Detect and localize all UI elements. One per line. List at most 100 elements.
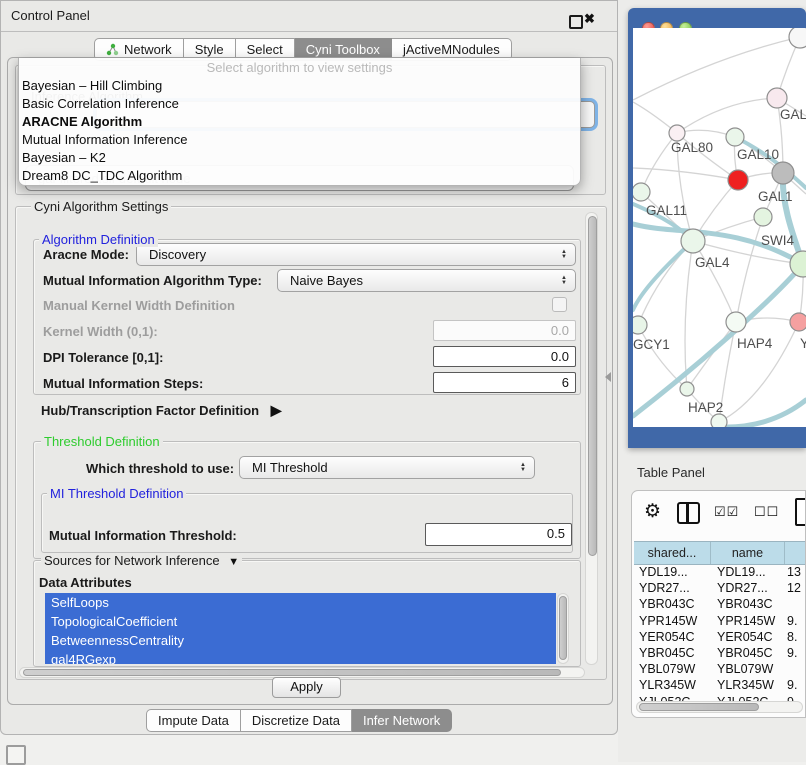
table-body: YDL19...YDL19...13YDR27...YDR27...12YBR0… <box>634 564 806 701</box>
algorithm-popup-list: Bayesian – Hill ClimbingBasic Correlatio… <box>19 77 580 185</box>
tab-label: jActiveMNodules <box>403 42 500 57</box>
manual-kernel-checkbox[interactable] <box>552 297 567 312</box>
table-panel-header: Table Panel <box>618 448 806 492</box>
attribute-item[interactable]: SelfLoops <box>45 593 556 612</box>
tab-label: Select <box>247 42 283 57</box>
table-panel-card: ⚙ ☑☑ ☐☐ shared... name YDL19...YDL19...1… <box>631 490 806 718</box>
which-threshold-label: Which threshold to use: <box>86 461 234 476</box>
mi-threshold-group-title: MI Threshold Definition <box>47 486 186 501</box>
settings-group-title: Cyni Algorithm Settings <box>31 199 171 214</box>
algorithm-option[interactable]: Bayesian – Hill Climbing <box>19 77 580 95</box>
table-row[interactable]: YDL19...YDL19...13 <box>634 564 806 580</box>
mi-type-select[interactable]: Naive Bayes ▲▼ <box>277 269 576 292</box>
tab-label: Impute Data <box>158 713 229 728</box>
kernel-width-field[interactable]: 0.0 <box>433 320 576 341</box>
network-node[interactable] <box>711 414 727 427</box>
network-canvas[interactable]: GALGAL80GAL10GAL1GAL11SWI4GAL4GCY1HAP4YH… <box>633 28 806 427</box>
close-icon[interactable]: ✖ <box>584 11 595 27</box>
table-cell: YBR045C <box>634 645 711 661</box>
network-node[interactable] <box>728 170 748 190</box>
node-label: GAL1 <box>758 189 793 204</box>
mi-steps-label: Mutual Information Steps: <box>43 376 203 391</box>
table-cell: YBL079W <box>711 661 785 677</box>
algorithm-option[interactable]: Mutual Information Inference <box>19 131 580 149</box>
dpi-tolerance-field[interactable]: 0.0 <box>433 346 576 367</box>
algorithm-definition-title: Algorithm Definition <box>39 232 158 247</box>
table-row[interactable]: YBR045CYBR045C9. <box>634 645 806 661</box>
network-edge-heavy[interactable] <box>633 241 693 310</box>
network-node-swi4[interactable] <box>754 208 772 226</box>
split-handle-arrow[interactable] <box>605 372 611 382</box>
table-row[interactable]: YER054CYER054C8. <box>634 629 806 645</box>
network-node-hap2[interactable] <box>680 382 694 396</box>
deselect-all-icon[interactable]: ☐☐ <box>754 504 779 520</box>
table-row[interactable]: YDR27...YDR27...12 <box>634 580 806 596</box>
table-row[interactable]: YJL052CYJL052C9 <box>634 694 806 702</box>
node-label: HAP2 <box>688 400 723 415</box>
table-cell: YJL052C <box>634 694 711 702</box>
network-node-gcy1[interactable] <box>633 316 647 334</box>
network-node-y[interactable] <box>790 313 806 331</box>
table-row[interactable]: YPR145WYPR145W9. <box>634 613 806 629</box>
attribute-item[interactable]: TopologicalCoefficient <box>45 612 556 631</box>
hub-definition-toggle[interactable]: Hub/Transcription Factor Definition ▶ <box>41 402 282 419</box>
algorithm-option[interactable]: Basic Correlation Inference <box>19 95 580 113</box>
table-hscrollbar[interactable] <box>636 701 803 713</box>
which-threshold-select[interactable]: MI Threshold ▲▼ <box>239 456 535 479</box>
network-edge-heavy[interactable] <box>783 173 803 264</box>
tab-label: Discretize Data <box>252 713 340 728</box>
network-view-window[interactable]: GALGAL80GAL10GAL1GAL11SWI4GAL4GCY1HAP4YH… <box>628 8 806 448</box>
network-node-gal1[interactable] <box>772 162 794 184</box>
network-edge[interactable] <box>677 98 777 133</box>
data-attributes-list: SelfLoopsTopologicalCoefficientBetweenne… <box>45 593 556 664</box>
settings-vscrollbar[interactable] <box>585 212 598 665</box>
algorithm-option[interactable]: Dream8 DC_TDC Algorithm <box>19 167 580 185</box>
column-header-shared[interactable]: shared... <box>634 542 711 564</box>
table-row[interactable]: YLR345WYLR345W9. <box>634 677 806 693</box>
table-cell: 9 <box>785 694 806 702</box>
table-cell: YDL19... <box>634 564 711 580</box>
tab-label: Style <box>195 42 224 57</box>
table-cell: YBR045C <box>711 645 785 661</box>
network-edge[interactable] <box>638 241 693 325</box>
attribute-item[interactable]: BetweennessCentrality <box>45 631 556 650</box>
export-table-icon[interactable] <box>795 498 806 526</box>
sources-group-toggle[interactable]: Sources for Network Inference ▼ <box>41 553 242 568</box>
column-header-partial[interactable] <box>785 542 806 564</box>
apply-button[interactable]: Apply <box>272 677 341 698</box>
tab-label: Cyni Toolbox <box>306 42 380 57</box>
control-panel-titlebar[interactable]: Control Panel ✖ <box>1 1 617 32</box>
table-cell: YJL052C <box>711 694 785 702</box>
split-panel-icon[interactable] <box>677 502 700 524</box>
network-node-gal11[interactable] <box>633 183 650 201</box>
aracne-mode-select[interactable]: Discovery ▲▼ <box>136 243 576 266</box>
algorithm-option[interactable]: Bayesian – K2 <box>19 149 580 167</box>
float-window-icon[interactable] <box>569 15 583 29</box>
hub-definition-label: Hub/Transcription Factor Definition <box>41 403 259 418</box>
node-label: GAL10 <box>737 147 779 162</box>
network-edge[interactable] <box>687 322 736 389</box>
gear-icon[interactable]: ⚙ <box>644 500 661 523</box>
network-node[interactable] <box>789 28 806 48</box>
mi-steps-field[interactable]: 6 <box>433 372 576 393</box>
network-node-gal80[interactable] <box>669 125 685 141</box>
network-node-hap4[interactable] <box>726 312 746 332</box>
tab-discretize-data[interactable]: Discretize Data <box>241 709 352 732</box>
algorithm-option[interactable]: ARACNE Algorithm <box>19 113 580 131</box>
table-row[interactable]: YBL079WYBL079W <box>634 661 806 677</box>
network-node-gal10[interactable] <box>726 128 744 146</box>
select-all-icon[interactable]: ☑☑ <box>714 504 739 520</box>
mi-threshold-field[interactable]: 0.5 <box>425 523 572 546</box>
attributes-scrollbar[interactable] <box>557 593 569 664</box>
collapsed-panel-icon[interactable] <box>6 745 26 765</box>
network-edge[interactable] <box>693 241 736 322</box>
tab-impute-data[interactable]: Impute Data <box>146 709 241 732</box>
table-cell: YER054C <box>634 629 711 645</box>
collapse-down-icon: ▼ <box>223 556 239 568</box>
network-node-gal[interactable] <box>767 88 787 108</box>
column-header-name[interactable]: name <box>711 542 785 564</box>
tab-infer-network[interactable]: Infer Network <box>352 709 452 732</box>
table-row[interactable]: YBR043CYBR043C <box>634 596 806 612</box>
network-node-gal4[interactable] <box>681 229 705 253</box>
attribute-item[interactable]: gal4RGexp <box>45 650 556 664</box>
